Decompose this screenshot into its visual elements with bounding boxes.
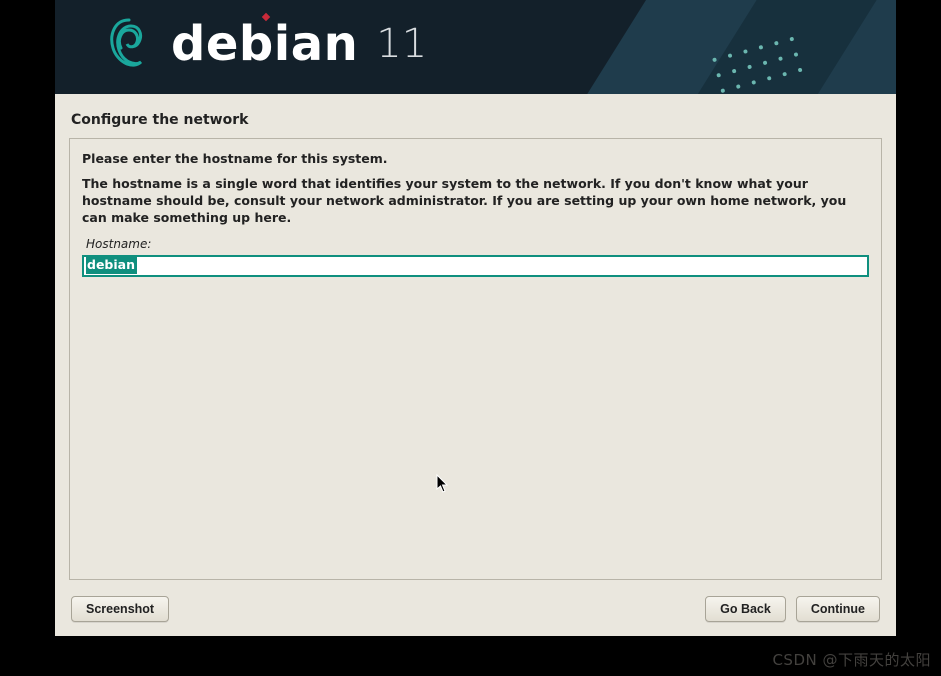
watermark: CSDN @下雨天的太阳 (772, 649, 931, 670)
hostname-input[interactable]: debian (82, 255, 869, 277)
instruction-secondary: The hostname is a single word that ident… (82, 176, 869, 227)
instruction-primary: Please enter the hostname for this syste… (82, 151, 869, 166)
banner: debian 11 (55, 0, 896, 94)
nav-buttons: Go Back Continue (705, 596, 880, 622)
brand-text: debian (171, 16, 358, 72)
hostname-value: debian (86, 257, 137, 274)
continue-button[interactable]: Continue (796, 596, 880, 622)
installer-window: debian 11 Configure the network Please e… (55, 0, 896, 636)
debian-swirl-icon (105, 14, 153, 74)
version-text: 11 (376, 21, 427, 67)
go-back-button[interactable]: Go Back (705, 596, 786, 622)
step-title: Configure the network (71, 112, 882, 128)
screenshot-button[interactable]: Screenshot (71, 596, 169, 622)
hostname-label: Hostname: (86, 237, 869, 251)
main-panel: Please enter the hostname for this syste… (69, 138, 882, 580)
logo: debian 11 (105, 14, 427, 74)
footer: Screenshot Go Back Continue (69, 580, 882, 626)
content-area: Configure the network Please enter the h… (55, 94, 896, 636)
